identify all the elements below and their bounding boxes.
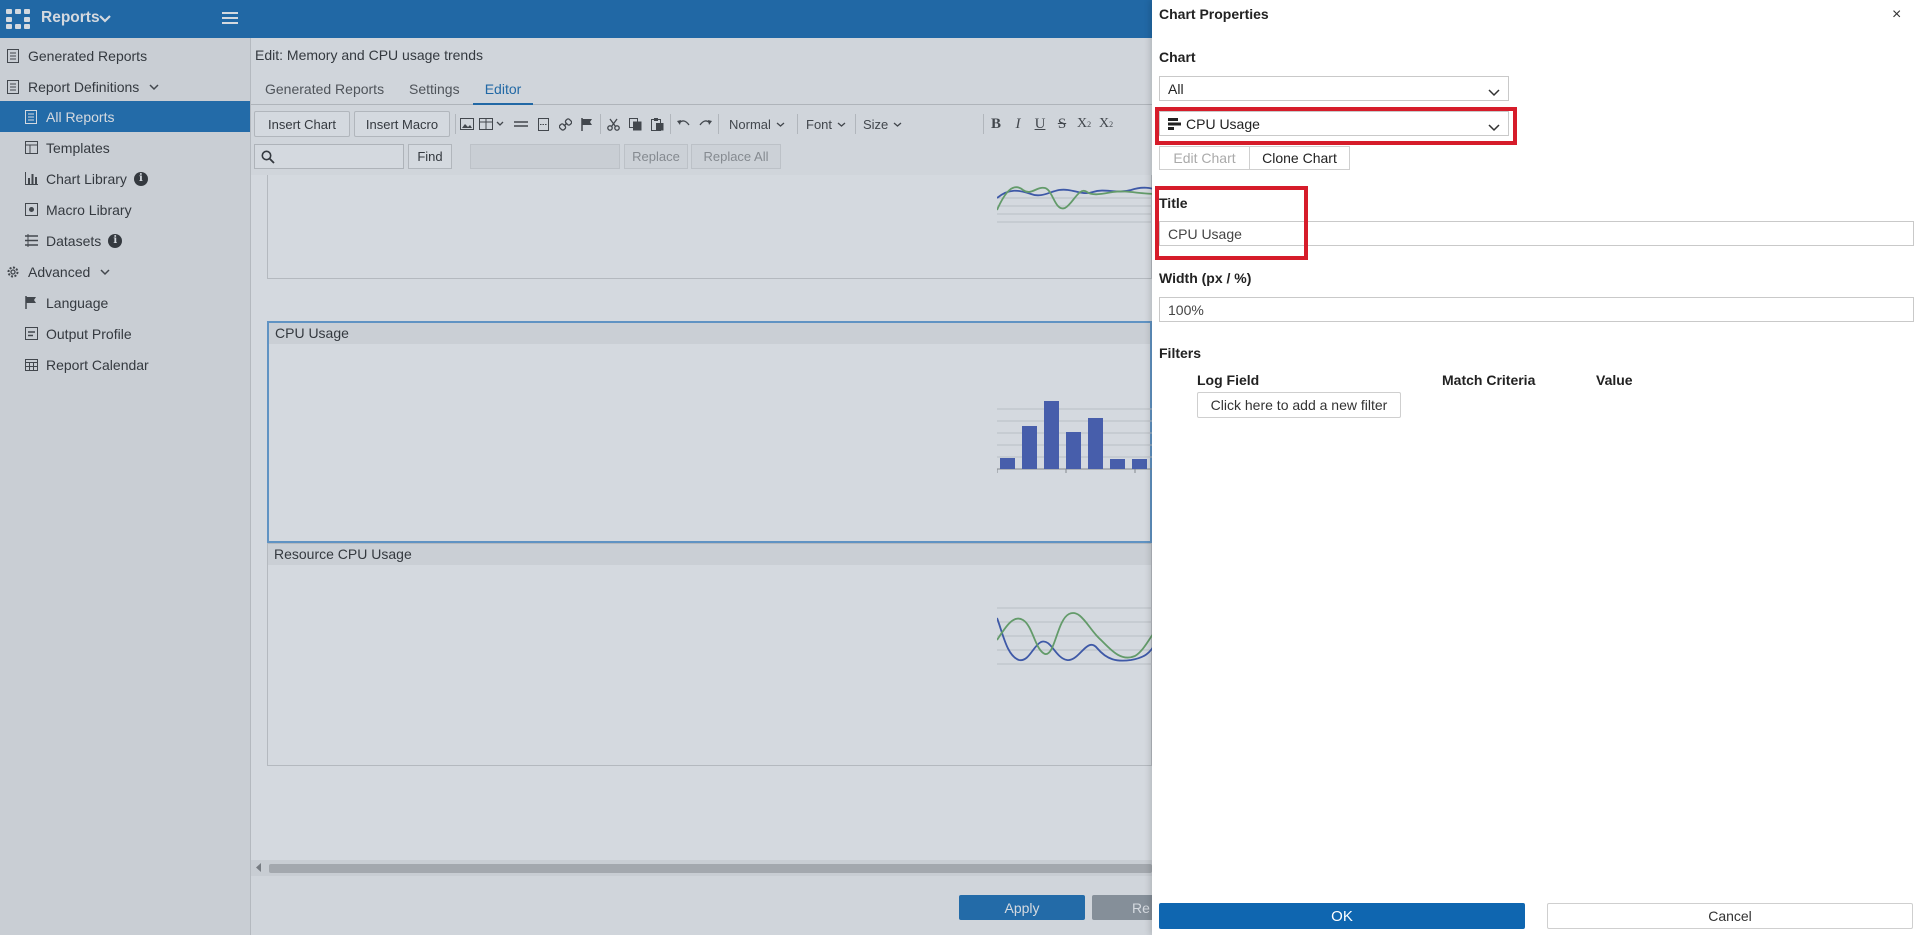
chart-label: Chart (1159, 49, 1196, 65)
highlight-box (1155, 186, 1308, 260)
filter-column-match-criteria: Match Criteria (1442, 372, 1536, 388)
clone-chart-button[interactable]: Clone Chart (1249, 146, 1350, 170)
cancel-button[interactable]: Cancel (1547, 903, 1913, 929)
highlight-box (1155, 107, 1517, 145)
close-icon[interactable]: × (1892, 6, 1901, 24)
filter-column-log-field: Log Field (1197, 372, 1260, 388)
panel-title: Chart Properties (1159, 6, 1269, 22)
add-filter-button[interactable]: Click here to add a new filter (1197, 392, 1401, 418)
edit-chart-button[interactable]: Edit Chart (1159, 146, 1250, 170)
width-label: Width (px / %) (1159, 270, 1252, 286)
chart-category-value: All (1168, 80, 1184, 97)
modal-backdrop[interactable] (0, 0, 1152, 935)
width-input[interactable]: 100% (1159, 297, 1914, 322)
chart-category-select[interactable]: All (1159, 76, 1509, 101)
chart-properties-panel: Chart Properties × Chart All CPU Usage E… (1152, 0, 1920, 935)
filters-label: Filters (1159, 345, 1202, 361)
chevron-down-icon (1488, 84, 1500, 100)
ok-button[interactable]: OK (1159, 903, 1525, 929)
filter-column-value: Value (1596, 372, 1633, 388)
